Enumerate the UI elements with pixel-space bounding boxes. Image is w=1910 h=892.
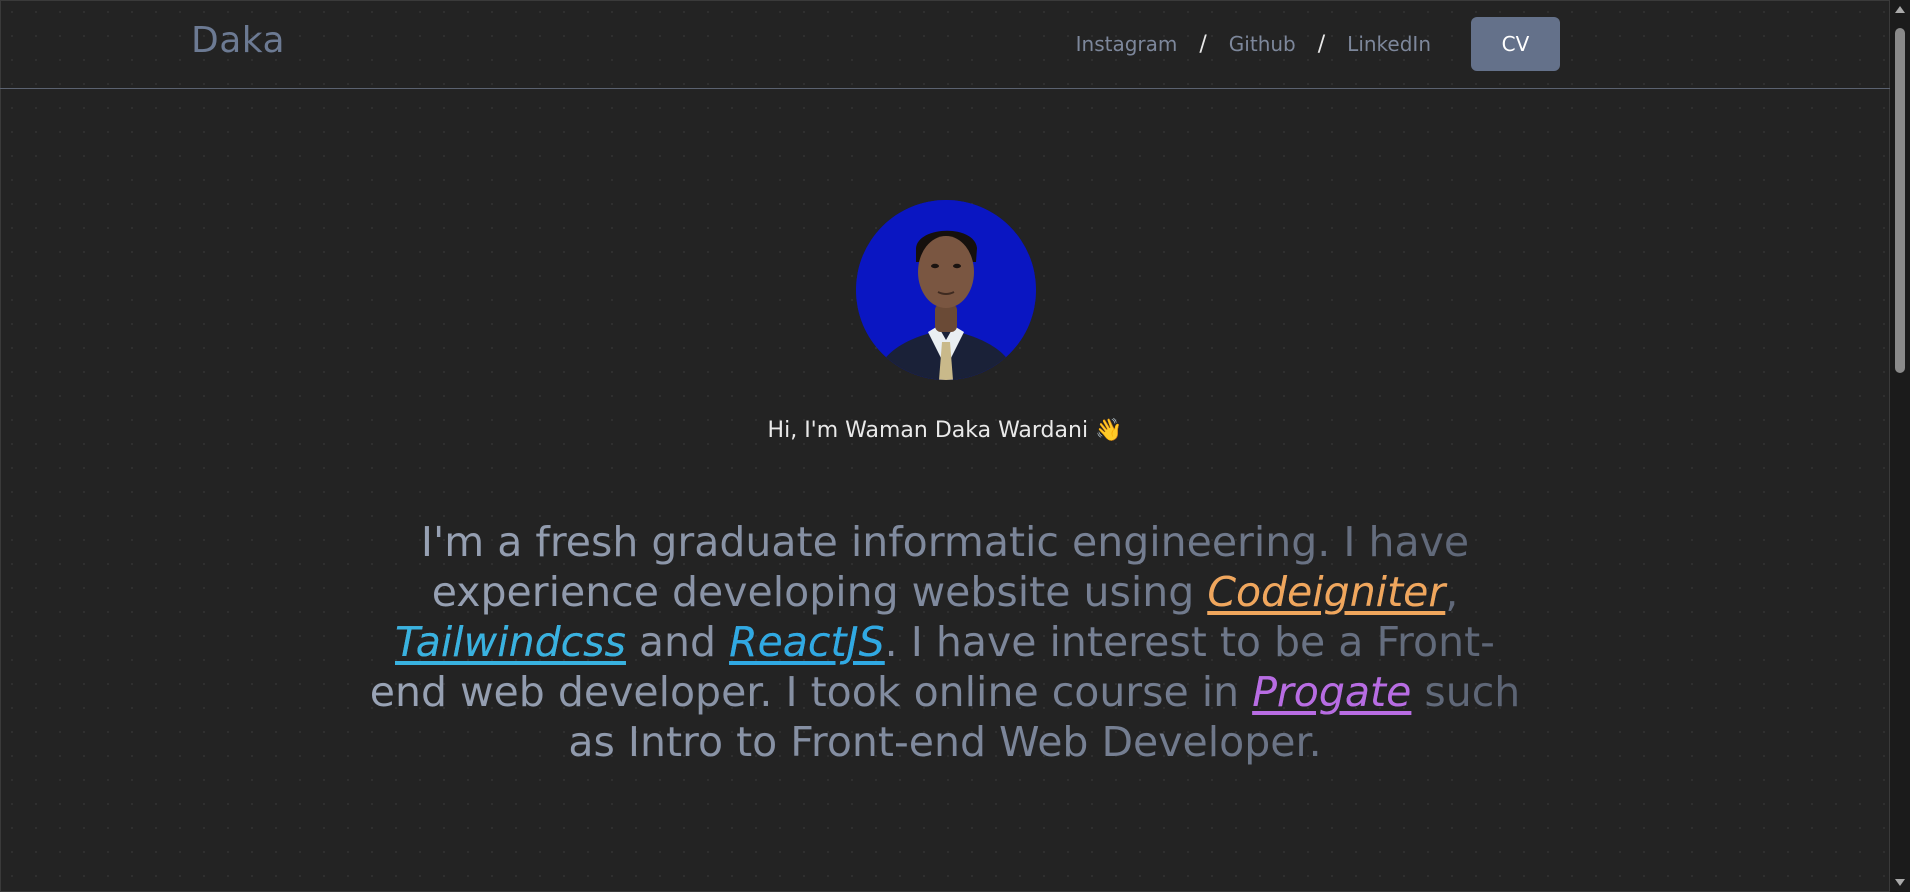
bio-text: , (1445, 568, 1459, 616)
site-header: Daka Instagram / Github / LinkedIn CV (0, 0, 1890, 89)
nav-separator: / (1199, 31, 1207, 57)
nav-github-link[interactable]: Github (1229, 32, 1296, 56)
main-nav: Instagram / Github / LinkedIn CV (1076, 0, 1560, 88)
vertical-scrollbar[interactable] (1890, 0, 1910, 892)
tailwindcss-link[interactable]: Tailwindcss (395, 618, 626, 666)
avatar (856, 200, 1036, 380)
reactjs-link[interactable]: ReactJS (729, 618, 885, 666)
nav-instagram-link[interactable]: Instagram (1076, 32, 1178, 56)
bio-text: and (625, 618, 730, 666)
bio-paragraph: I'm a fresh graduate informatic engineer… (360, 517, 1530, 767)
profile-photo-icon (856, 200, 1036, 380)
scroll-up-arrow-icon[interactable] (1895, 6, 1905, 13)
site-logo[interactable]: Daka (191, 20, 285, 61)
scrollbar-thumb[interactable] (1895, 28, 1905, 373)
greeting-text: Hi, I'm Waman Daka Wardani 👋 (767, 418, 1123, 443)
progate-link[interactable]: Progate (1252, 668, 1411, 716)
nav-linkedin-link[interactable]: LinkedIn (1347, 32, 1431, 56)
nav-separator: / (1317, 31, 1326, 57)
codeigniter-link[interactable]: Codeigniter (1207, 568, 1445, 616)
cv-button[interactable]: CV (1471, 17, 1560, 71)
scroll-down-arrow-icon[interactable] (1895, 879, 1905, 886)
